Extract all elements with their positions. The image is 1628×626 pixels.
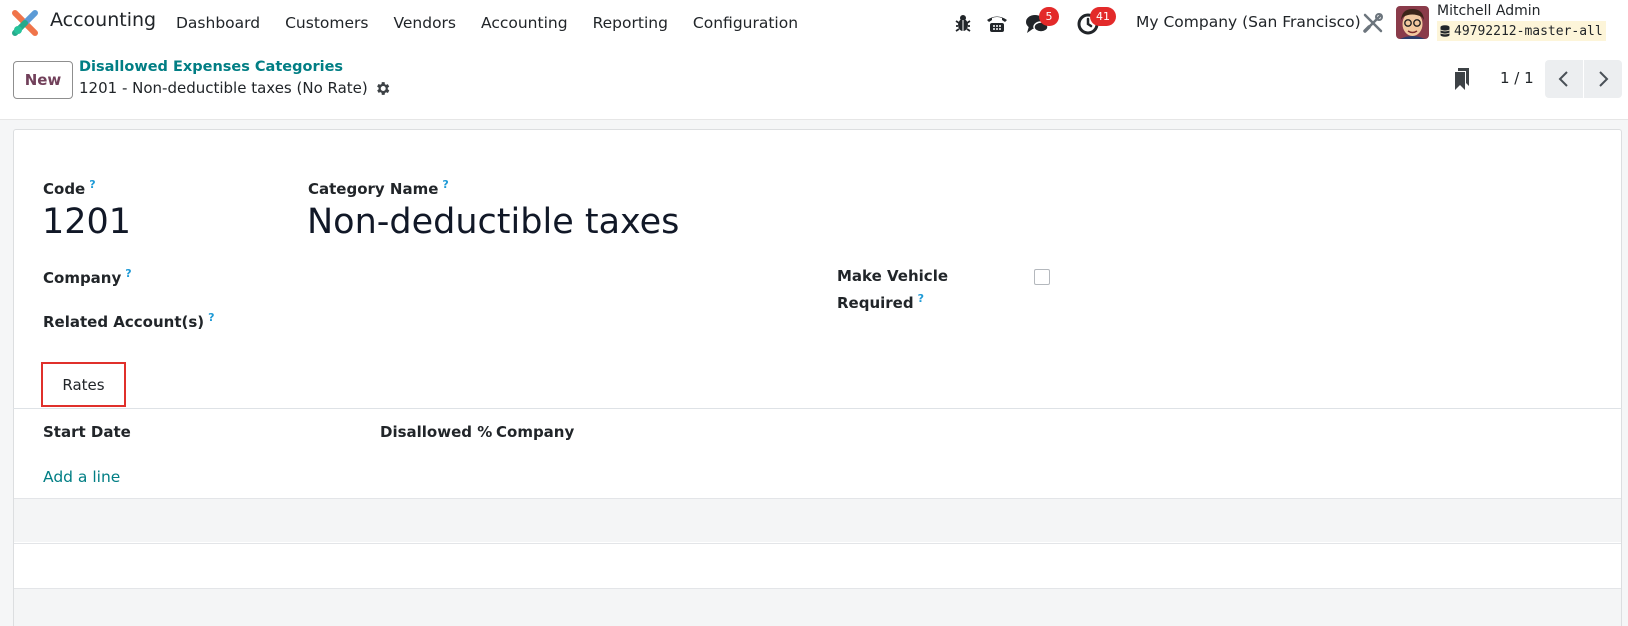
pager-previous-button[interactable]: [1545, 60, 1583, 98]
column-start-date[interactable]: Start Date: [43, 423, 131, 441]
chevron-right-icon: [1598, 71, 1608, 87]
category-name-help-icon[interactable]: ?: [442, 178, 448, 191]
database-name: 49792212-master-all: [1454, 23, 1603, 39]
category-name-field[interactable]: Non-deductible taxes: [307, 202, 679, 242]
make-vehicle-label-line1: Make Vehicle: [837, 267, 949, 285]
related-accounts-help-icon[interactable]: ?: [208, 311, 214, 324]
app-name[interactable]: Accounting: [50, 9, 156, 31]
bookmark-icon[interactable]: [1452, 66, 1472, 92]
table-row: [14, 543, 1621, 587]
related-accounts-label: Related Account(s)?: [43, 311, 215, 331]
user-name[interactable]: Mitchell Admin: [1437, 3, 1541, 19]
phone-icon[interactable]: [985, 11, 1009, 35]
gear-icon[interactable]: [374, 80, 391, 97]
new-button[interactable]: New: [13, 61, 73, 99]
database-icon: [1440, 25, 1450, 37]
menu-reporting[interactable]: Reporting: [593, 14, 668, 32]
pager-value[interactable]: 1 / 1: [1500, 69, 1534, 87]
make-vehicle-label-line2: Required?: [837, 292, 924, 312]
main-menu: Dashboard Customers Vendors Accounting R…: [176, 0, 823, 46]
tab-divider: [13, 408, 1622, 409]
tab-rates[interactable]: Rates: [41, 362, 126, 407]
bug-icon[interactable]: [951, 11, 975, 35]
company-help-icon[interactable]: ?: [125, 267, 131, 280]
accounting-app-icon[interactable]: [12, 10, 38, 36]
company-switcher[interactable]: My Company (San Francisco): [1136, 13, 1361, 31]
table-row: [14, 498, 1621, 542]
column-disallowed-percent[interactable]: Disallowed %: [380, 423, 492, 441]
add-a-line-link[interactable]: Add a line: [43, 468, 120, 486]
tools-icon[interactable]: [1362, 12, 1384, 34]
activity-badge: 41: [1090, 7, 1116, 26]
avatar[interactable]: [1396, 6, 1429, 39]
pager-buttons: [1545, 60, 1622, 98]
chevron-left-icon: [1558, 71, 1568, 87]
chat-badge: 5: [1039, 7, 1059, 26]
top-navbar: Accounting Dashboard Customers Vendors A…: [0, 0, 1628, 46]
menu-vendors[interactable]: Vendors: [393, 14, 456, 32]
make-vehicle-required-checkbox[interactable]: [1034, 269, 1050, 285]
make-vehicle-help-icon[interactable]: ?: [918, 292, 924, 305]
menu-configuration[interactable]: Configuration: [693, 14, 798, 32]
pager-next-button[interactable]: [1583, 60, 1621, 98]
category-name-label: Category Name?: [308, 178, 449, 198]
control-panel: New Disallowed Expenses Categories 1201 …: [0, 46, 1628, 120]
column-company[interactable]: Company: [496, 423, 574, 441]
breadcrumb-current: 1201 - Non-deductible taxes (No Rate): [79, 79, 368, 97]
menu-dashboard[interactable]: Dashboard: [176, 14, 260, 32]
table-row: [14, 588, 1621, 626]
breadcrumb-parent[interactable]: Disallowed Expenses Categories: [79, 59, 343, 75]
code-label: Code?: [43, 178, 96, 198]
code-field[interactable]: 1201: [42, 202, 131, 242]
company-label: Company?: [43, 267, 132, 287]
code-help-icon[interactable]: ?: [89, 178, 95, 191]
menu-customers[interactable]: Customers: [285, 14, 368, 32]
database-indicator: 49792212-master-all: [1437, 21, 1606, 41]
menu-accounting[interactable]: Accounting: [481, 14, 568, 32]
